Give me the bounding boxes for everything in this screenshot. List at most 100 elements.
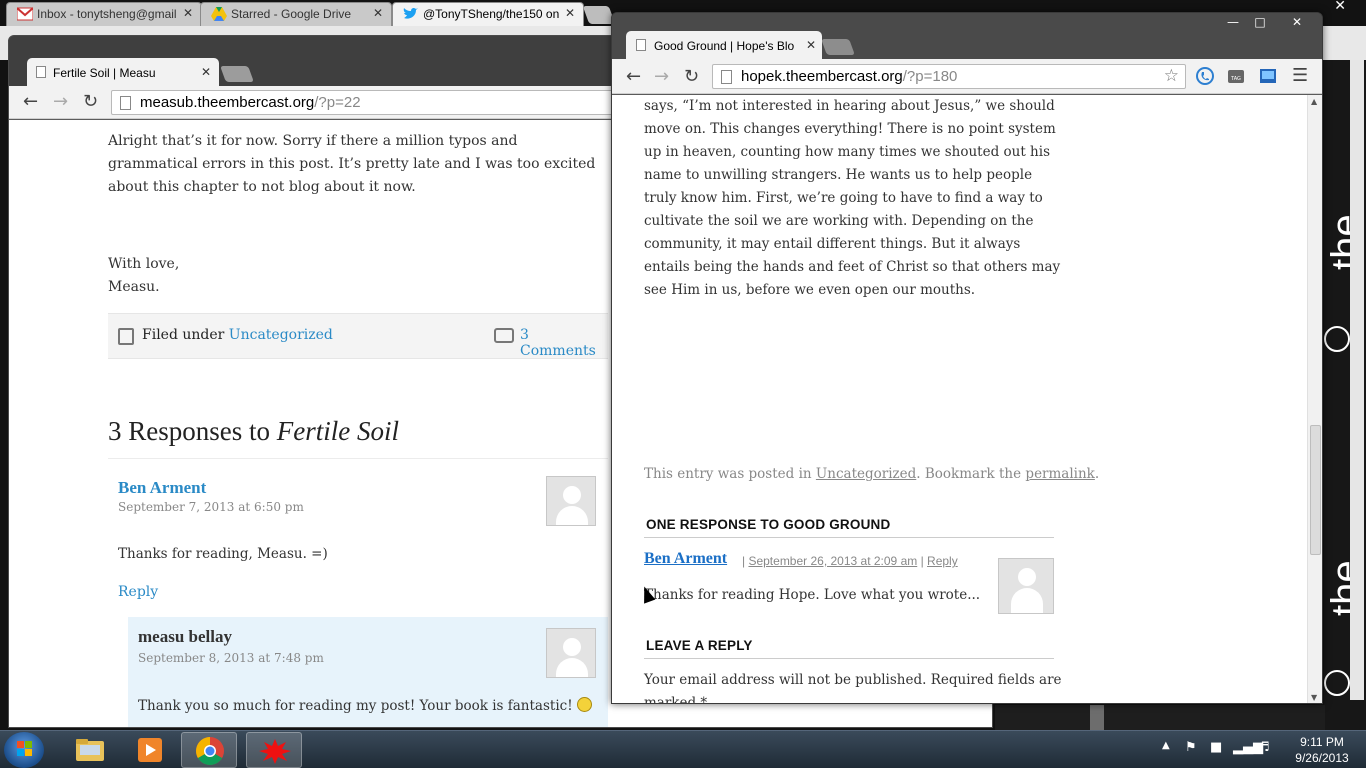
- post-meta-bar: Filed under Uncategorized 3 Comments: [108, 313, 608, 359]
- entry-meta-prefix: This entry was posted in: [644, 466, 812, 482]
- smiley-icon: [576, 697, 592, 712]
- menu-icon[interactable]: ☰: [1292, 66, 1308, 86]
- tab-label: Starred - Google Drive: [231, 7, 352, 21]
- comment: Ben Arment September 7, 2013 at 6:50 pm …: [108, 476, 608, 608]
- page-icon: [636, 39, 646, 51]
- screenshot-extension-icon[interactable]: [1259, 67, 1277, 85]
- circle-icon: [1324, 326, 1350, 352]
- background-scrollbar[interactable]: [1350, 60, 1364, 700]
- post-paragraph: says, “I’m not interested in hearing abo…: [644, 98, 1061, 298]
- tag-extension-icon[interactable]: TAG: [1227, 67, 1245, 85]
- category-link[interactable]: Uncategorized: [229, 327, 333, 343]
- new-tab-button[interactable]: [821, 39, 855, 55]
- chrome-icon: [196, 737, 224, 765]
- close-icon[interactable]: ✕: [183, 6, 193, 20]
- tab-label: Good Ground | Hope's Blo: [654, 39, 795, 53]
- url-host: hopek.theembercast.org: [741, 68, 903, 85]
- comment-date[interactable]: September 8, 2013 at 7:48 pm: [138, 651, 324, 665]
- minimize-icon[interactable]: —: [1220, 13, 1246, 31]
- reply-link[interactable]: Reply: [118, 584, 158, 600]
- taskbar-media-player[interactable]: [122, 732, 178, 768]
- reload-icon[interactable]: ↻: [684, 67, 699, 87]
- forward-arrow-icon[interactable]: →: [53, 92, 68, 112]
- close-icon[interactable]: ✕: [802, 38, 816, 52]
- clock-time: 9:11 PM: [1300, 735, 1344, 749]
- scroll-down-arrow-icon[interactable]: ▼: [1311, 693, 1317, 702]
- media-player-icon: [138, 738, 162, 762]
- comment-bubble-icon: [494, 328, 514, 343]
- vertical-scrollbar[interactable]: ▲ ▼: [1307, 95, 1322, 703]
- page-content: says, “I’m not interested in hearing abo…: [612, 95, 1307, 704]
- filed-under: Filed under Uncategorized: [142, 327, 333, 343]
- category-link[interactable]: Uncategorized: [816, 466, 916, 482]
- post-paragraph: Alright that’s it for now. Sorry if ther…: [108, 133, 596, 195]
- phone-extension-icon[interactable]: [1196, 67, 1214, 85]
- avatar: [546, 476, 596, 526]
- volume-icon[interactable]: ♬: [1258, 740, 1270, 755]
- reload-icon[interactable]: ↻: [83, 92, 98, 112]
- filed-label: Filed under: [142, 327, 225, 343]
- taskbar-chrome[interactable]: [181, 732, 237, 768]
- window-close-icon[interactable]: ✕: [1334, 0, 1346, 14]
- comment-author[interactable]: measu bellay: [138, 627, 232, 647]
- divider: [644, 658, 1054, 659]
- page-icon: [36, 66, 46, 78]
- leave-reply-heading: LEAVE A REPLY: [646, 638, 753, 653]
- comments-link[interactable]: 3 Comments: [520, 327, 608, 359]
- system-clock[interactable]: 9:11 PM 9/26/2013: [1292, 734, 1352, 766]
- reply-link[interactable]: Reply: [927, 554, 958, 568]
- close-icon[interactable]: ✕: [373, 6, 383, 20]
- window-close-icon[interactable]: ✕: [1284, 13, 1310, 31]
- taskbar-explorer[interactable]: [62, 732, 118, 768]
- new-tab-button[interactable]: [220, 66, 254, 82]
- back-arrow-icon[interactable]: ←: [626, 67, 641, 87]
- signoff-line: With love,: [108, 256, 180, 272]
- address-bar[interactable]: hopek.theembercast.org/?p=180 ☆: [712, 64, 1186, 89]
- twitter-icon: [403, 7, 418, 19]
- tab-twitter[interactable]: @TonyTSheng/the150 on ✕: [392, 2, 584, 26]
- start-button[interactable]: [4, 732, 44, 768]
- device-icon[interactable]: ■: [1210, 740, 1222, 755]
- tab-google-drive[interactable]: Starred - Google Drive ✕: [200, 2, 392, 26]
- circle-icon: [1324, 670, 1350, 696]
- close-icon[interactable]: ✕: [565, 6, 575, 20]
- back-arrow-icon[interactable]: ←: [23, 92, 38, 112]
- responses-heading-text: 3 Responses to: [108, 416, 270, 446]
- star-icon[interactable]: ☆: [1164, 66, 1179, 86]
- responses-post-title: Fertile Soil: [276, 416, 399, 446]
- tab-fertile-soil[interactable]: Fertile Soil | Measu ✕: [27, 58, 219, 86]
- background-page-bottom: [995, 705, 1325, 730]
- forward-arrow-icon[interactable]: →: [654, 67, 669, 87]
- front-browser-window: Good Ground | Hope's Blo ✕ — □ ✕ ← → ↻ h…: [611, 12, 1323, 704]
- background-divider: [1090, 705, 1104, 730]
- signoff-name: Measu.: [108, 279, 160, 295]
- clock-date: 9/26/2013: [1295, 751, 1349, 765]
- folder-icon: [118, 328, 134, 345]
- comment-text: Thanks for reading, Measu. =): [118, 546, 328, 562]
- tab-gmail-inbox[interactable]: Inbox - tonytsheng@gmail ✕: [6, 2, 202, 26]
- url-path: /?p=22: [314, 94, 361, 111]
- comment-author[interactable]: Ben Arment: [644, 550, 727, 568]
- paint-splat-icon: [259, 739, 291, 764]
- action-center-icon[interactable]: ⚑: [1185, 740, 1197, 755]
- taskbar-paint[interactable]: [246, 732, 302, 768]
- tab-good-ground[interactable]: Good Ground | Hope's Blo ✕: [626, 31, 822, 59]
- scroll-thumb[interactable]: [1310, 425, 1321, 555]
- permalink-link[interactable]: permalink: [1025, 466, 1094, 482]
- show-hidden-icons-icon[interactable]: ▲: [1162, 740, 1170, 751]
- taskbar: ▲ ⚑ ■ ▂▄▆ ♬ 9:11 PM 9/26/2013: [0, 730, 1366, 768]
- comment-author[interactable]: Ben Arment: [118, 478, 206, 498]
- avatar: [998, 558, 1054, 614]
- scroll-up-arrow-icon[interactable]: ▲: [1311, 97, 1317, 106]
- maximize-icon[interactable]: □: [1247, 13, 1273, 31]
- comment-text: Thanks for reading Hope. Love what you w…: [644, 587, 981, 603]
- comment-date[interactable]: September 26, 2013 at 2:09 am: [748, 554, 917, 568]
- comment-date[interactable]: September 7, 2013 at 6:50 pm: [118, 500, 304, 514]
- close-icon[interactable]: ✕: [201, 65, 211, 79]
- tab-strip: Good Ground | Hope's Blo ✕ — □ ✕: [612, 13, 1322, 59]
- drive-icon: [211, 7, 227, 21]
- address-bar[interactable]: measub.theembercast.org/?p=22: [111, 90, 616, 115]
- responses-heading: 3 Responses to Fertile Soil: [108, 416, 399, 447]
- email-notice: Your email address will not be published…: [644, 672, 1062, 704]
- entry-meta-end: .: [1094, 466, 1100, 482]
